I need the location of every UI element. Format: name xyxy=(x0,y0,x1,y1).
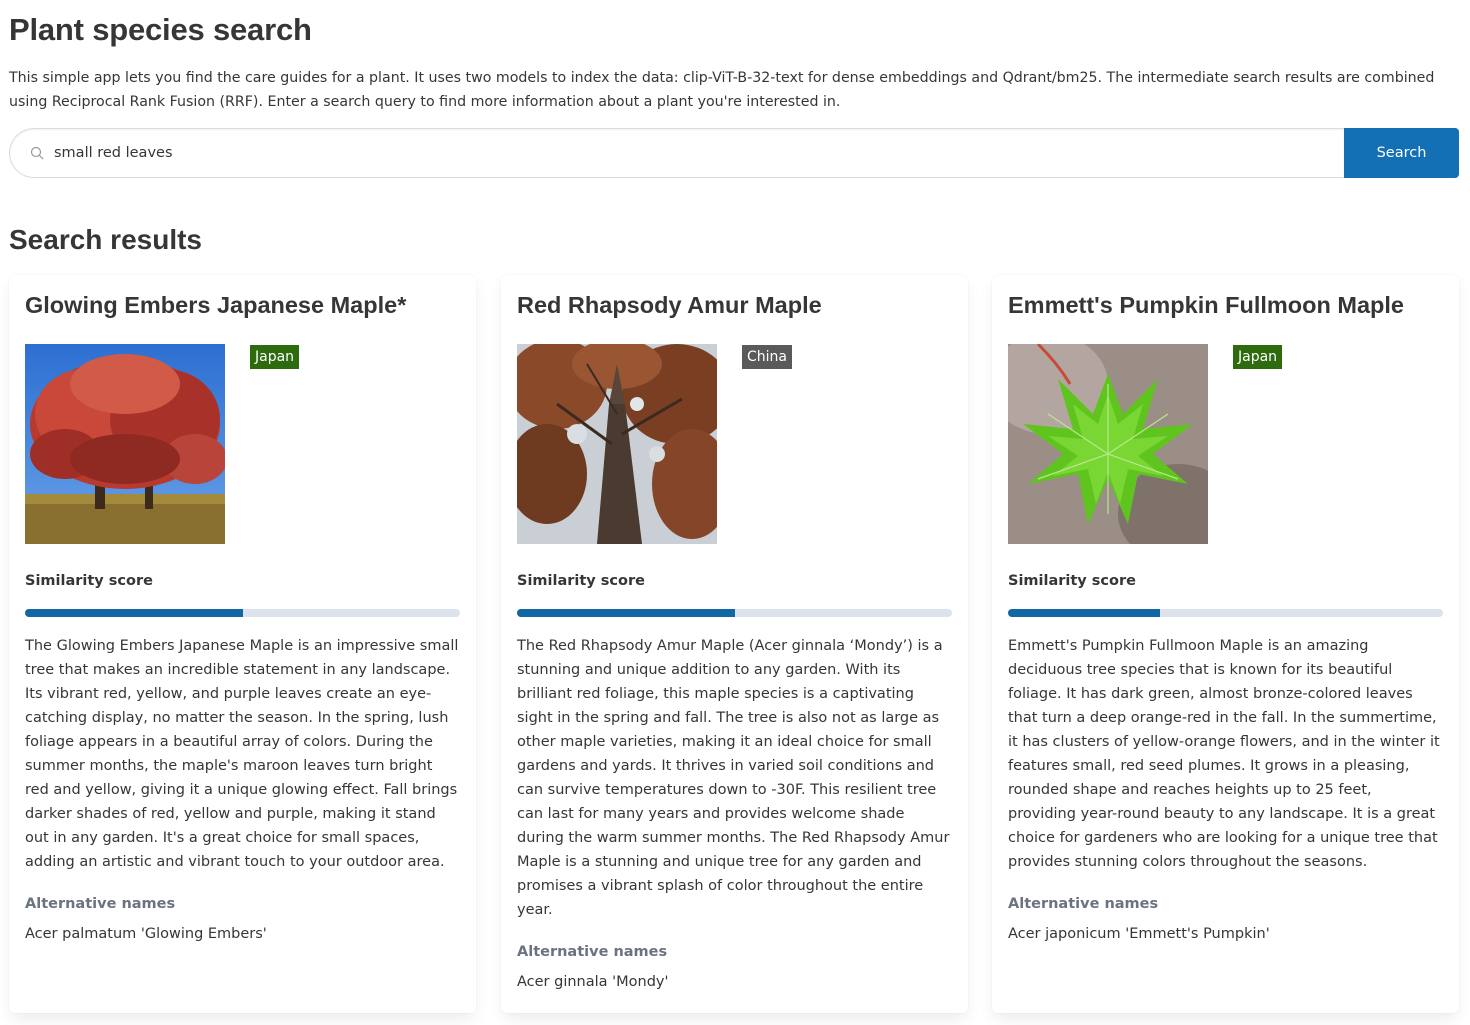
similarity-label: Similarity score xyxy=(1008,573,1136,589)
origin-badge: Japan xyxy=(1233,345,1283,369)
card-media: Japan xyxy=(1008,344,1443,544)
similarity-label: Similarity score xyxy=(25,573,153,589)
alt-names-value: Acer ginnala 'Mondy' xyxy=(517,974,669,990)
search-icon xyxy=(30,146,44,160)
result-card: Glowing Embers Japanese Maple* Japan Sim… xyxy=(9,275,476,1013)
origin-badge: Japan xyxy=(250,345,300,369)
similarity-label: Similarity score xyxy=(517,573,645,589)
plant-image xyxy=(25,344,225,544)
results-title: Search results xyxy=(9,224,202,255)
intro-text: This simple app lets you find the care g… xyxy=(9,70,1435,110)
similarity-bar xyxy=(1008,609,1443,617)
page: Plant species search This simple app let… xyxy=(0,0,1470,1025)
alt-names-value: Acer palmatum 'Glowing Embers' xyxy=(25,926,267,942)
alt-names-label: Alternative names xyxy=(25,896,176,912)
plant-image xyxy=(517,344,717,544)
card-title: Glowing Embers Japanese Maple* xyxy=(25,292,407,318)
plant-description: Emmett's Pumpkin Fullmoon Maple is an am… xyxy=(1008,638,1440,870)
alt-names-value: Acer japonicum 'Emmett's Pumpkin' xyxy=(1008,926,1270,942)
similarity-fill xyxy=(1008,609,1161,617)
card-title: Emmett's Pumpkin Fullmoon Maple xyxy=(1008,292,1404,318)
card-media: Japan xyxy=(25,344,460,544)
alt-names-label: Alternative names xyxy=(517,944,668,960)
search-input[interactable] xyxy=(54,129,1334,177)
result-card: Red Rhapsody Amur Maple China Similarity… xyxy=(501,275,968,1013)
search-field[interactable] xyxy=(9,128,1344,178)
plant-description: The Glowing Embers Japanese Maple is an … xyxy=(25,638,459,870)
similarity-bar xyxy=(517,609,952,617)
plant-description: The Red Rhapsody Amur Maple (Acer ginnal… xyxy=(517,638,950,918)
search-bar: Search xyxy=(9,128,1459,178)
results-list: Glowing Embers Japanese Maple* Japan Sim… xyxy=(9,275,1459,1013)
card-title: Red Rhapsody Amur Maple xyxy=(517,292,822,318)
origin-badge: China xyxy=(742,345,792,369)
page-title: Plant species search xyxy=(9,12,312,47)
search-button[interactable]: Search xyxy=(1344,128,1459,178)
alt-names-label: Alternative names xyxy=(1008,896,1159,912)
similarity-fill xyxy=(517,609,735,617)
similarity-fill xyxy=(25,609,243,617)
similarity-bar xyxy=(25,609,460,617)
plant-image xyxy=(1008,344,1208,544)
card-media: China xyxy=(517,344,952,544)
result-card: Emmett's Pumpkin Fullmoon Maple Japan Si… xyxy=(992,275,1459,1013)
